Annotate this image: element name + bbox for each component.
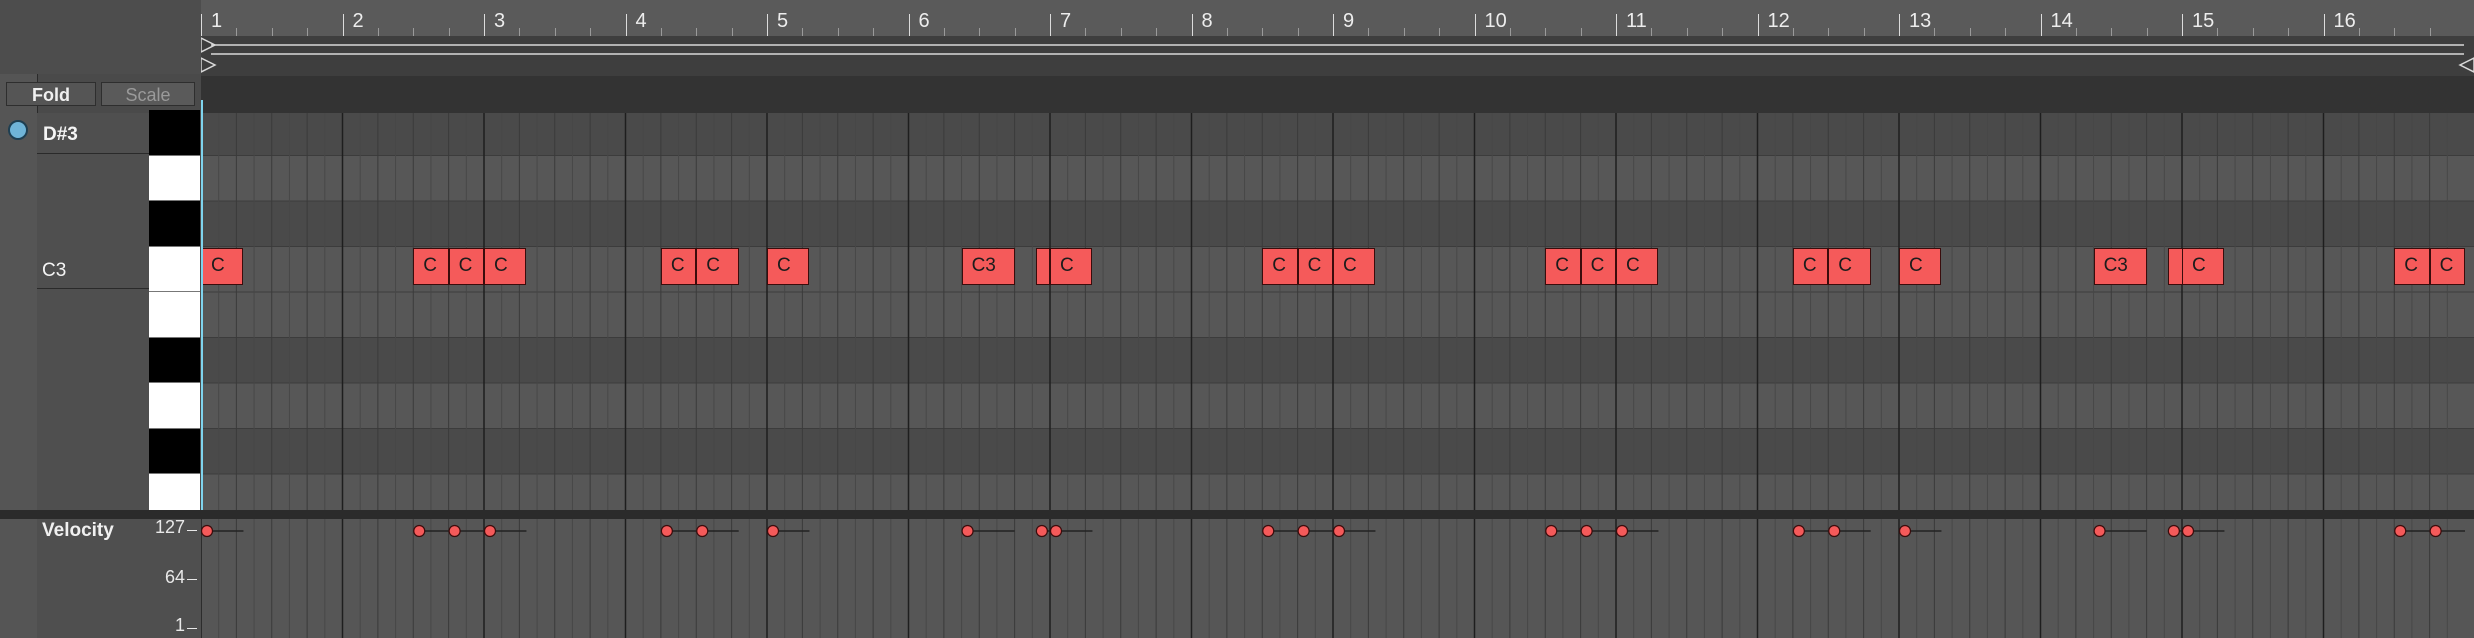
midi-note[interactable]: C3: [961, 248, 1015, 285]
midi-note[interactable]: C: [1262, 248, 1298, 285]
velocity-marker[interactable]: [1792, 524, 1805, 538]
midi-note[interactable]: C: [2429, 248, 2465, 285]
pitch-label-c3: C3: [42, 260, 67, 281]
piano-key-white[interactable]: [149, 155, 200, 201]
velocity-marker[interactable]: [1049, 524, 1063, 538]
velocity-tick-mid: 64: [164, 567, 185, 587]
pitch-label-column: [37, 113, 149, 510]
velocity-marker[interactable]: [483, 524, 497, 538]
midi-note[interactable]: C: [1050, 248, 1093, 285]
velocity-tick-mark: [187, 530, 197, 531]
midi-note[interactable]: C: [1616, 248, 1659, 285]
preview-headphone-icon[interactable]: [8, 120, 28, 140]
midi-note[interactable]: C3: [2093, 248, 2147, 285]
velocity-marker[interactable]: [1898, 524, 1912, 538]
velocity-marker[interactable]: [1262, 524, 1275, 538]
velocity-marker[interactable]: [2181, 524, 2195, 538]
piano-key-white[interactable]: [149, 246, 200, 292]
midi-note[interactable]: [1035, 248, 1050, 285]
midi-note[interactable]: C: [2182, 248, 2225, 285]
notes-layer: C C C C C C C C3 C C C C C C C C C C C3 C C C: [201, 0, 2474, 510]
velocity-marker[interactable]: [1580, 524, 1593, 538]
midi-note[interactable]: C: [1545, 248, 1581, 285]
velocity-tick-mark: [187, 579, 197, 580]
velocity-marker[interactable]: [2394, 524, 2407, 538]
midi-note[interactable]: C: [1899, 248, 1942, 285]
fold-button[interactable]: Fold: [6, 82, 96, 106]
velocity-lane-svg: [201, 519, 2474, 638]
midi-note[interactable]: C: [1580, 248, 1616, 285]
velocity-marker[interactable]: [1297, 524, 1310, 538]
velocity-marker[interactable]: [201, 524, 214, 538]
velocity-marker[interactable]: [2093, 524, 2106, 538]
midi-note[interactable]: C: [448, 248, 484, 285]
velocity-tick-mark: [187, 628, 197, 629]
lane-separator[interactable]: [0, 510, 2474, 519]
velocity-title: Velocity: [42, 520, 114, 541]
velocity-marker[interactable]: [696, 524, 709, 538]
piano-key-black[interactable]: [149, 201, 200, 247]
velocity-marker[interactable]: [1332, 524, 1346, 538]
velocity-marker[interactable]: [961, 524, 974, 538]
velocity-marker[interactable]: [1035, 524, 1048, 538]
piano-key-black[interactable]: [149, 110, 200, 156]
velocity-marker[interactable]: [2429, 524, 2442, 538]
label-divider: [37, 153, 149, 154]
piano-key-black[interactable]: [149, 337, 200, 383]
midi-note[interactable]: C: [1333, 248, 1376, 285]
midi-note[interactable]: C: [1297, 248, 1333, 285]
playhead-marker: [201, 100, 203, 510]
header-corner: [0, 0, 201, 74]
velocity-tick-max: 127: [154, 517, 185, 537]
piano-keyboard[interactable]: [149, 110, 200, 520]
piano-key-white[interactable]: [149, 292, 200, 338]
velocity-lane[interactable]: [201, 519, 2474, 638]
note-grid[interactable]: C C C C C C C C3 C C C C C C C C C C C3 C C C: [201, 113, 2474, 510]
midi-note[interactable]: C: [1828, 248, 1871, 285]
midi-note[interactable]: C: [1792, 248, 1829, 285]
piano-key-black[interactable]: [149, 428, 200, 474]
velocity-marker[interactable]: [660, 524, 673, 538]
scale-button[interactable]: Scale: [101, 82, 195, 106]
velocity-marker[interactable]: [413, 524, 426, 538]
velocity-marker[interactable]: [1545, 524, 1558, 538]
midi-note[interactable]: C: [2394, 248, 2430, 285]
label-divider: [37, 288, 149, 289]
midi-note[interactable]: C: [201, 248, 244, 285]
velocity-marker[interactable]: [766, 524, 780, 538]
velocity-marker[interactable]: [448, 524, 461, 538]
velocity-marker[interactable]: [2167, 524, 2180, 538]
midi-note[interactable]: C: [767, 248, 810, 285]
midi-note[interactable]: C: [484, 248, 527, 285]
pitch-label-top: D#3: [43, 124, 78, 145]
velocity-tick-min: 1: [174, 615, 185, 635]
velocity-marker[interactable]: [1615, 524, 1629, 538]
midi-note[interactable]: C: [696, 248, 739, 285]
midi-note[interactable]: C: [413, 248, 449, 285]
piano-key-white[interactable]: [149, 383, 200, 429]
velocity-marker[interactable]: [1828, 524, 1841, 538]
midi-note[interactable]: C: [660, 248, 697, 285]
